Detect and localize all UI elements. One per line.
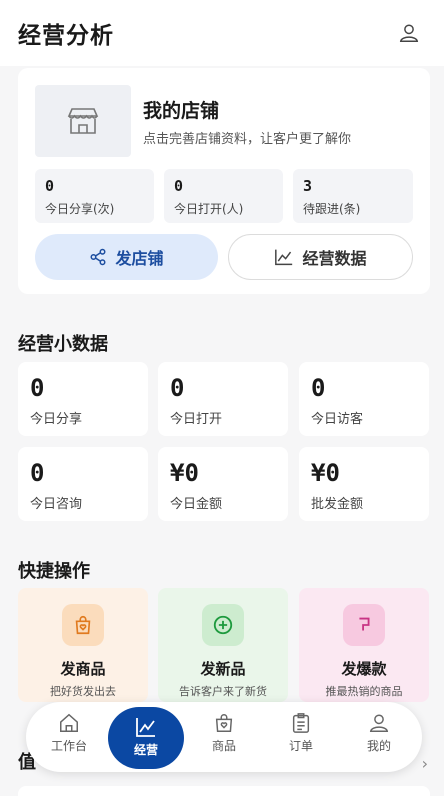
tile-value: ¥0 bbox=[311, 459, 340, 487]
quick-subtitle: 把好货发出去 bbox=[50, 685, 116, 698]
share-icon bbox=[90, 248, 106, 266]
tab-label: 商品 bbox=[211, 739, 236, 753]
tab-label: 订单 bbox=[288, 739, 313, 753]
tile-today-open[interactable]: 0 今日打开 bbox=[158, 362, 288, 436]
stat-share[interactable]: 0 今日分享(次) bbox=[35, 169, 154, 223]
plus-circle-icon bbox=[202, 604, 244, 646]
business-data-button[interactable]: 经营数据 bbox=[228, 234, 413, 280]
quick-title: 发爆款 bbox=[341, 660, 387, 678]
share-store-button[interactable]: 发店铺 bbox=[35, 234, 218, 280]
tile-label: 今日打开 bbox=[170, 412, 223, 427]
quick-subtitle: 推最热销的商品 bbox=[325, 685, 403, 698]
tile-value: 0 bbox=[30, 374, 45, 402]
tab-orders[interactable]: 订单 bbox=[266, 712, 336, 764]
stat-value: 3 bbox=[303, 177, 313, 195]
tab-label: 我的 bbox=[366, 739, 391, 753]
next-section-card bbox=[18, 786, 430, 796]
tile-today-share[interactable]: 0 今日分享 bbox=[18, 362, 148, 436]
tile-value: ¥0 bbox=[170, 459, 199, 487]
chart-icon bbox=[136, 718, 155, 737]
tile-label: 今日分享 bbox=[30, 412, 83, 427]
quick-title: 发新品 bbox=[200, 660, 246, 678]
quick-subtitle: 告诉客户来了新货 bbox=[179, 685, 267, 698]
tile-today-inquiry[interactable]: 0 今日咨询 bbox=[18, 447, 148, 521]
business-data-label: 经营数据 bbox=[302, 249, 367, 268]
stat-value: 0 bbox=[174, 177, 184, 195]
tile-label: 今日访客 bbox=[311, 412, 364, 427]
flag-icon bbox=[343, 604, 385, 646]
store-image[interactable] bbox=[35, 85, 131, 157]
share-store-label: 发店铺 bbox=[115, 249, 164, 268]
tile-today-amount[interactable]: ¥0 今日金额 bbox=[158, 447, 288, 521]
stat-follow[interactable]: 3 待跟进(条) bbox=[293, 169, 413, 223]
store-desc[interactable]: 点击完善店铺资料，让客户更了解你 bbox=[143, 128, 351, 147]
stat-label: 待跟进(条) bbox=[303, 202, 361, 216]
stat-label: 今日分享(次) bbox=[45, 202, 115, 216]
tile-label: 批发金额 bbox=[311, 497, 364, 512]
tab-label: 经营 bbox=[133, 743, 158, 757]
mini-data-title: 经营小数据 bbox=[18, 334, 108, 355]
header: 经营分析 bbox=[0, 0, 444, 66]
tab-products[interactable]: 商品 bbox=[189, 712, 259, 764]
quick-title: 发商品 bbox=[60, 660, 106, 678]
page-title: 经营分析 bbox=[18, 23, 114, 49]
quick-post-hot[interactable]: 发爆款 推最热销的商品 bbox=[299, 588, 429, 702]
bag-icon bbox=[215, 714, 233, 732]
chevron-right-icon[interactable]: › bbox=[422, 754, 428, 773]
store-card[interactable]: 我的店铺 点击完善店铺资料，让客户更了解你 0 今日分享(次) 0 今日打开(人… bbox=[18, 68, 430, 294]
stat-label: 今日打开(人) bbox=[174, 202, 244, 216]
store-icon bbox=[67, 108, 99, 134]
quick-post-new[interactable]: 发新品 告诉客户来了新货 bbox=[158, 588, 288, 702]
tile-label: 今日金额 bbox=[170, 497, 223, 512]
tab-workbench[interactable]: 工作台 bbox=[34, 712, 104, 764]
user-icon[interactable] bbox=[398, 22, 420, 44]
tab-business[interactable]: 经营 bbox=[108, 707, 184, 769]
person-icon bbox=[369, 714, 389, 732]
quick-actions-title: 快捷操作 bbox=[18, 561, 90, 582]
tile-value: 0 bbox=[30, 459, 45, 487]
clipboard-icon bbox=[292, 713, 310, 733]
shopping-bag-icon bbox=[62, 604, 104, 646]
quick-post-product[interactable]: 发商品 把好货发出去 bbox=[18, 588, 148, 702]
store-name: 我的店铺 bbox=[143, 100, 220, 122]
tile-wholesale-amount[interactable]: ¥0 批发金额 bbox=[299, 447, 429, 521]
tab-label: 工作台 bbox=[50, 739, 87, 753]
tile-value: 0 bbox=[311, 374, 326, 402]
home-icon bbox=[60, 713, 78, 732]
tile-label: 今日咨询 bbox=[30, 497, 83, 512]
tile-value: 0 bbox=[170, 374, 185, 402]
line-chart-icon bbox=[275, 249, 293, 266]
stat-value: 0 bbox=[45, 177, 55, 195]
tile-today-visitors[interactable]: 0 今日访客 bbox=[299, 362, 429, 436]
stat-open[interactable]: 0 今日打开(人) bbox=[164, 169, 283, 223]
bottom-tab-bar: 工作台 经营 商品 订单 我的 bbox=[26, 702, 422, 772]
tab-mine[interactable]: 我的 bbox=[344, 712, 414, 764]
